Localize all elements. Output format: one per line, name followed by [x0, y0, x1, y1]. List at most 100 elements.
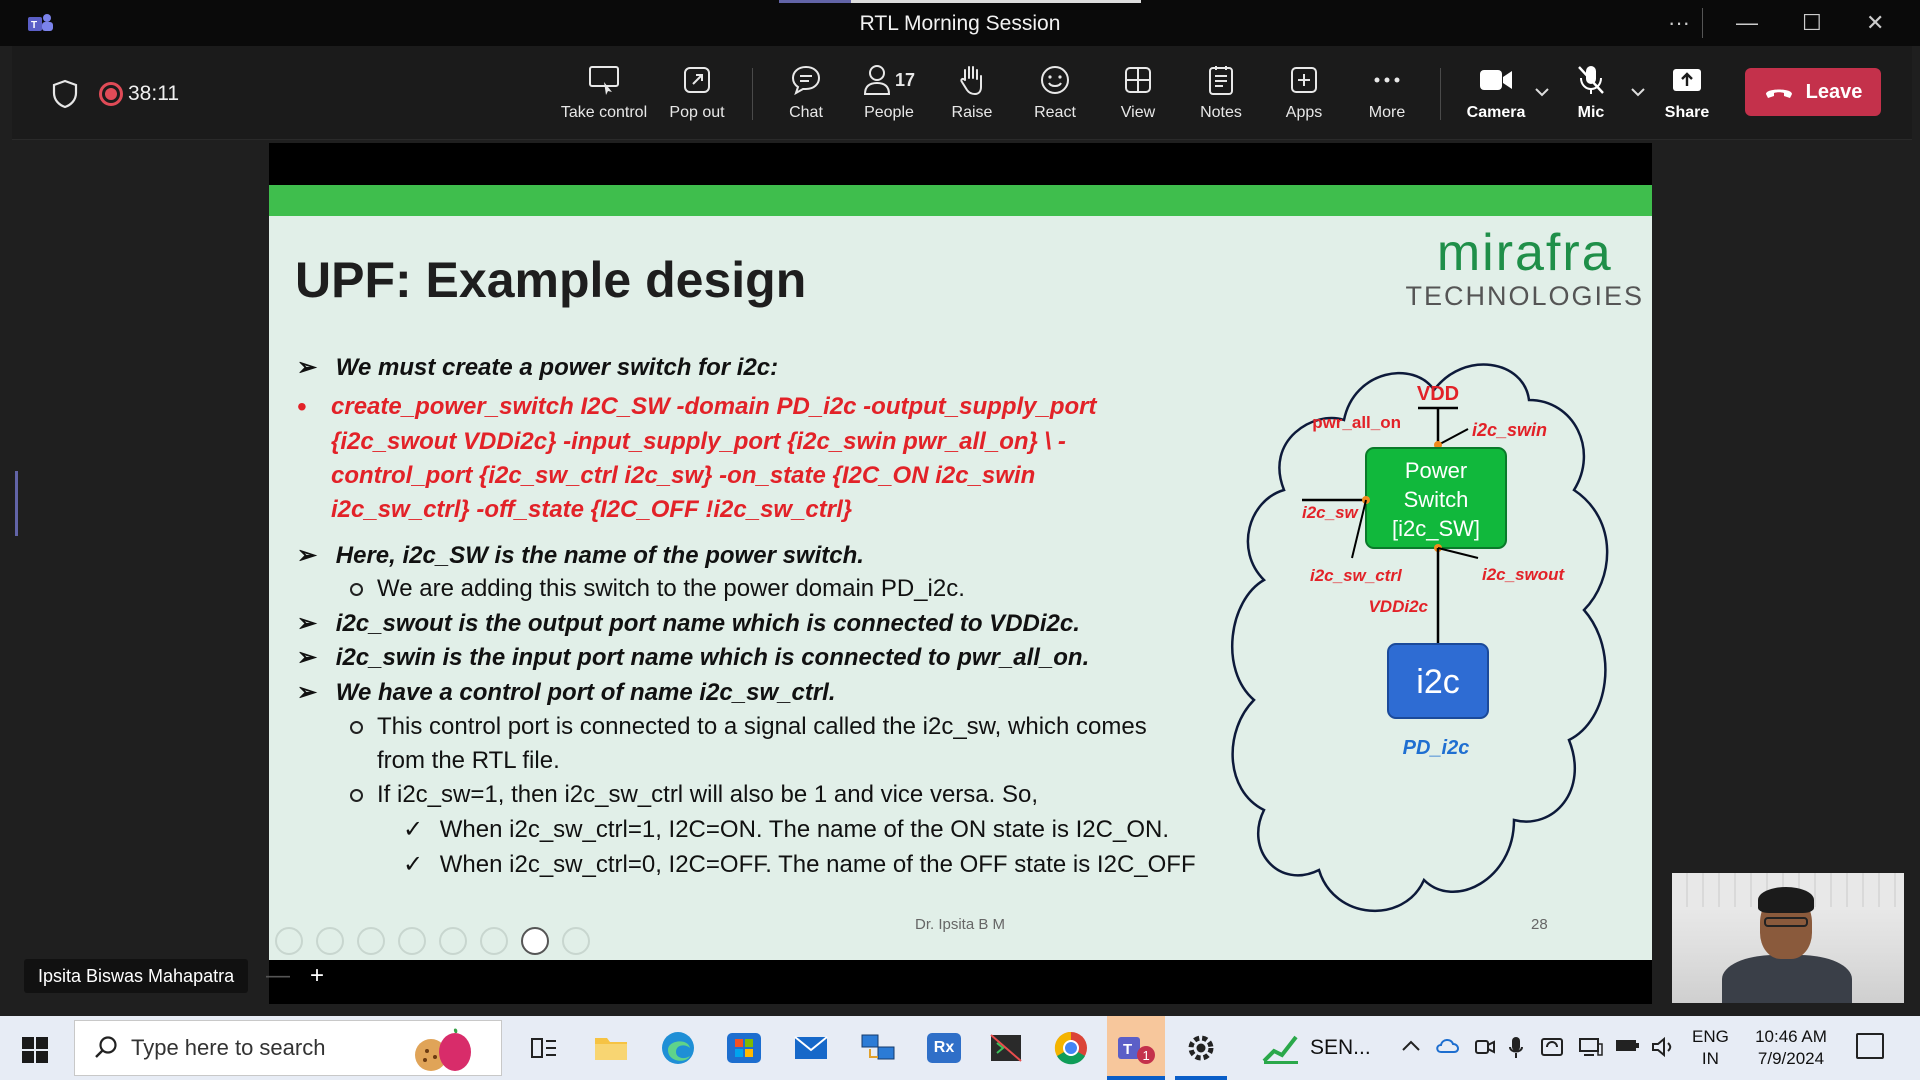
zoom-slide-icon[interactable] — [439, 927, 467, 955]
sen-app-label: SEN... — [1310, 1036, 1371, 1059]
raise-hand-button[interactable]: Raise — [924, 60, 1020, 122]
share-button[interactable]: Share — [1639, 60, 1735, 122]
more-button[interactable]: More — [1339, 60, 1435, 122]
mic-muted-icon — [1543, 60, 1639, 100]
maximize-button[interactable]: ☐ — [1802, 10, 1822, 36]
zoom-controls: — + — [256, 959, 334, 993]
apps-label: Apps — [1285, 104, 1323, 121]
taskbar-search[interactable] — [74, 1020, 502, 1076]
pop-out-icon — [649, 60, 745, 100]
chrome-button[interactable] — [1045, 1026, 1097, 1070]
windows-logo-icon — [22, 1037, 34, 1049]
pop-out-button[interactable]: Pop out — [649, 60, 745, 122]
subtitles-icon[interactable] — [480, 927, 508, 955]
search-input[interactable] — [131, 1031, 381, 1065]
minimize-button[interactable]: — — [1736, 10, 1758, 36]
power-switch-diagram: VDD pwr_all_on i2c_swin Power Switch [i2… — [1231, 363, 1609, 912]
edge-icon — [662, 1032, 694, 1064]
settings-button[interactable] — [1175, 1026, 1227, 1070]
store-button[interactable] — [718, 1026, 770, 1070]
i2c-sw-ctrl-label: i2c_sw_ctrl — [1310, 566, 1403, 585]
teams-active-indicator — [1107, 1076, 1165, 1080]
react-button[interactable]: React — [1007, 60, 1103, 122]
view-button[interactable]: View — [1090, 60, 1186, 122]
slide-more-icon[interactable] — [562, 927, 590, 955]
pwr-all-on-label: pwr_all_on — [1312, 413, 1401, 432]
tray-overflow-chevron-icon[interactable] — [1400, 1036, 1422, 1059]
terminal-button[interactable] — [980, 1026, 1032, 1070]
chat-button[interactable]: Chat — [758, 60, 854, 122]
next-slide-icon[interactable] — [316, 927, 344, 955]
circle-bullet-icon — [350, 789, 363, 803]
react-icon — [1007, 60, 1103, 100]
rx-app-icon: Rx — [927, 1033, 961, 1063]
slide-header-bar — [269, 185, 1652, 216]
language-indicator[interactable]: ENG IN — [1692, 1026, 1729, 1070]
battery-icon[interactable] — [1614, 1036, 1640, 1060]
camera-button[interactable]: Camera — [1448, 60, 1544, 122]
react-label: React — [1034, 104, 1076, 121]
bullet-line: ➢ i2c_swin is the input port name which … — [297, 643, 1089, 672]
volume-icon[interactable] — [1650, 1036, 1676, 1064]
zoom-in-button[interactable]: + — [310, 962, 324, 990]
take-control-label: Take control — [560, 104, 648, 121]
terminal-icon — [990, 1034, 1022, 1062]
notifications-icon[interactable] — [1856, 1033, 1884, 1059]
people-button[interactable]: 17 People — [841, 60, 937, 122]
self-video-tile[interactable] — [1672, 873, 1904, 1003]
leave-button[interactable]: Leave — [1745, 68, 1881, 116]
close-button[interactable]: ✕ — [1866, 10, 1884, 36]
rx-app-button[interactable]: Rx — [918, 1026, 970, 1070]
vddi2c-label: VDDi2c — [1368, 597, 1428, 616]
sen-app-button[interactable] — [1255, 1026, 1307, 1070]
recording-icon — [99, 82, 123, 106]
task-view-button[interactable] — [518, 1026, 570, 1070]
notes-button[interactable]: Notes — [1173, 60, 1269, 122]
arrow-bullet-icon: ➢ — [297, 542, 318, 569]
teams-taskbar-button[interactable]: T1 — [1107, 1016, 1165, 1080]
microphone-in-use-icon[interactable] — [1508, 1036, 1524, 1066]
chrome-icon — [1054, 1031, 1087, 1065]
windows-logo-icon — [22, 1051, 34, 1063]
view-icon — [1090, 60, 1186, 100]
svg-text:T: T — [1123, 1041, 1132, 1058]
sub-bullet-line: We are adding this switch to the power d… — [350, 575, 965, 603]
zoom-out-button[interactable]: — — [266, 962, 290, 990]
mail-button[interactable] — [785, 1026, 837, 1070]
windows-taskbar: Rx T1 SEN... ENG IN 10:46 AM — [0, 1016, 1920, 1080]
people-icon-group: 17 — [841, 60, 937, 100]
take-control-icon — [556, 60, 652, 100]
onedrive-icon[interactable] — [1435, 1036, 1461, 1060]
mic-label: Mic — [1577, 104, 1605, 121]
start-button[interactable] — [22, 1037, 48, 1063]
pen-icon[interactable] — [357, 927, 385, 955]
clock-date: 7/9/2024 — [1757, 1049, 1825, 1068]
slides-grid-icon[interactable] — [398, 927, 426, 955]
people-label: People — [864, 104, 914, 121]
share-progress-fill — [779, 0, 852, 3]
network-icon[interactable] — [1578, 1036, 1604, 1064]
region-code: IN — [1701, 1049, 1719, 1068]
camera-toggle-icon[interactable] — [521, 927, 549, 955]
pop-out-label: Pop out — [669, 104, 725, 121]
apps-button[interactable]: Apps — [1256, 60, 1352, 122]
prev-slide-icon[interactable] — [275, 927, 303, 955]
brand-tagline: TECHNOLOGIES — [1405, 281, 1644, 311]
taskbar-clock[interactable]: 10:46 AM 7/9/2024 — [1746, 1026, 1836, 1070]
sync-icon[interactable] — [1540, 1036, 1564, 1064]
edge-button[interactable] — [652, 1026, 704, 1070]
remote-desktop-button[interactable] — [852, 1026, 904, 1070]
file-explorer-button[interactable] — [585, 1026, 637, 1070]
red-dot-bullet-icon: • — [297, 391, 307, 422]
mic-button[interactable]: Mic — [1543, 60, 1639, 122]
power-switch-label-1: Power — [1405, 458, 1467, 483]
more-options-button[interactable]: ··· — [1668, 10, 1690, 36]
bullet-text: i2c_swout is the output port name which … — [335, 610, 1080, 637]
bullet-line: ➢ We must create a power switch for i2c: — [297, 353, 778, 382]
meet-now-icon[interactable] — [1474, 1036, 1496, 1064]
i2c-block-label: i2c — [1416, 663, 1459, 701]
share-label: Share — [1664, 104, 1710, 121]
take-control-button[interactable]: Take control — [556, 60, 652, 122]
slide-page-number: 28 — [1531, 916, 1548, 933]
i2c-swout-label: i2c_swout — [1482, 565, 1566, 584]
